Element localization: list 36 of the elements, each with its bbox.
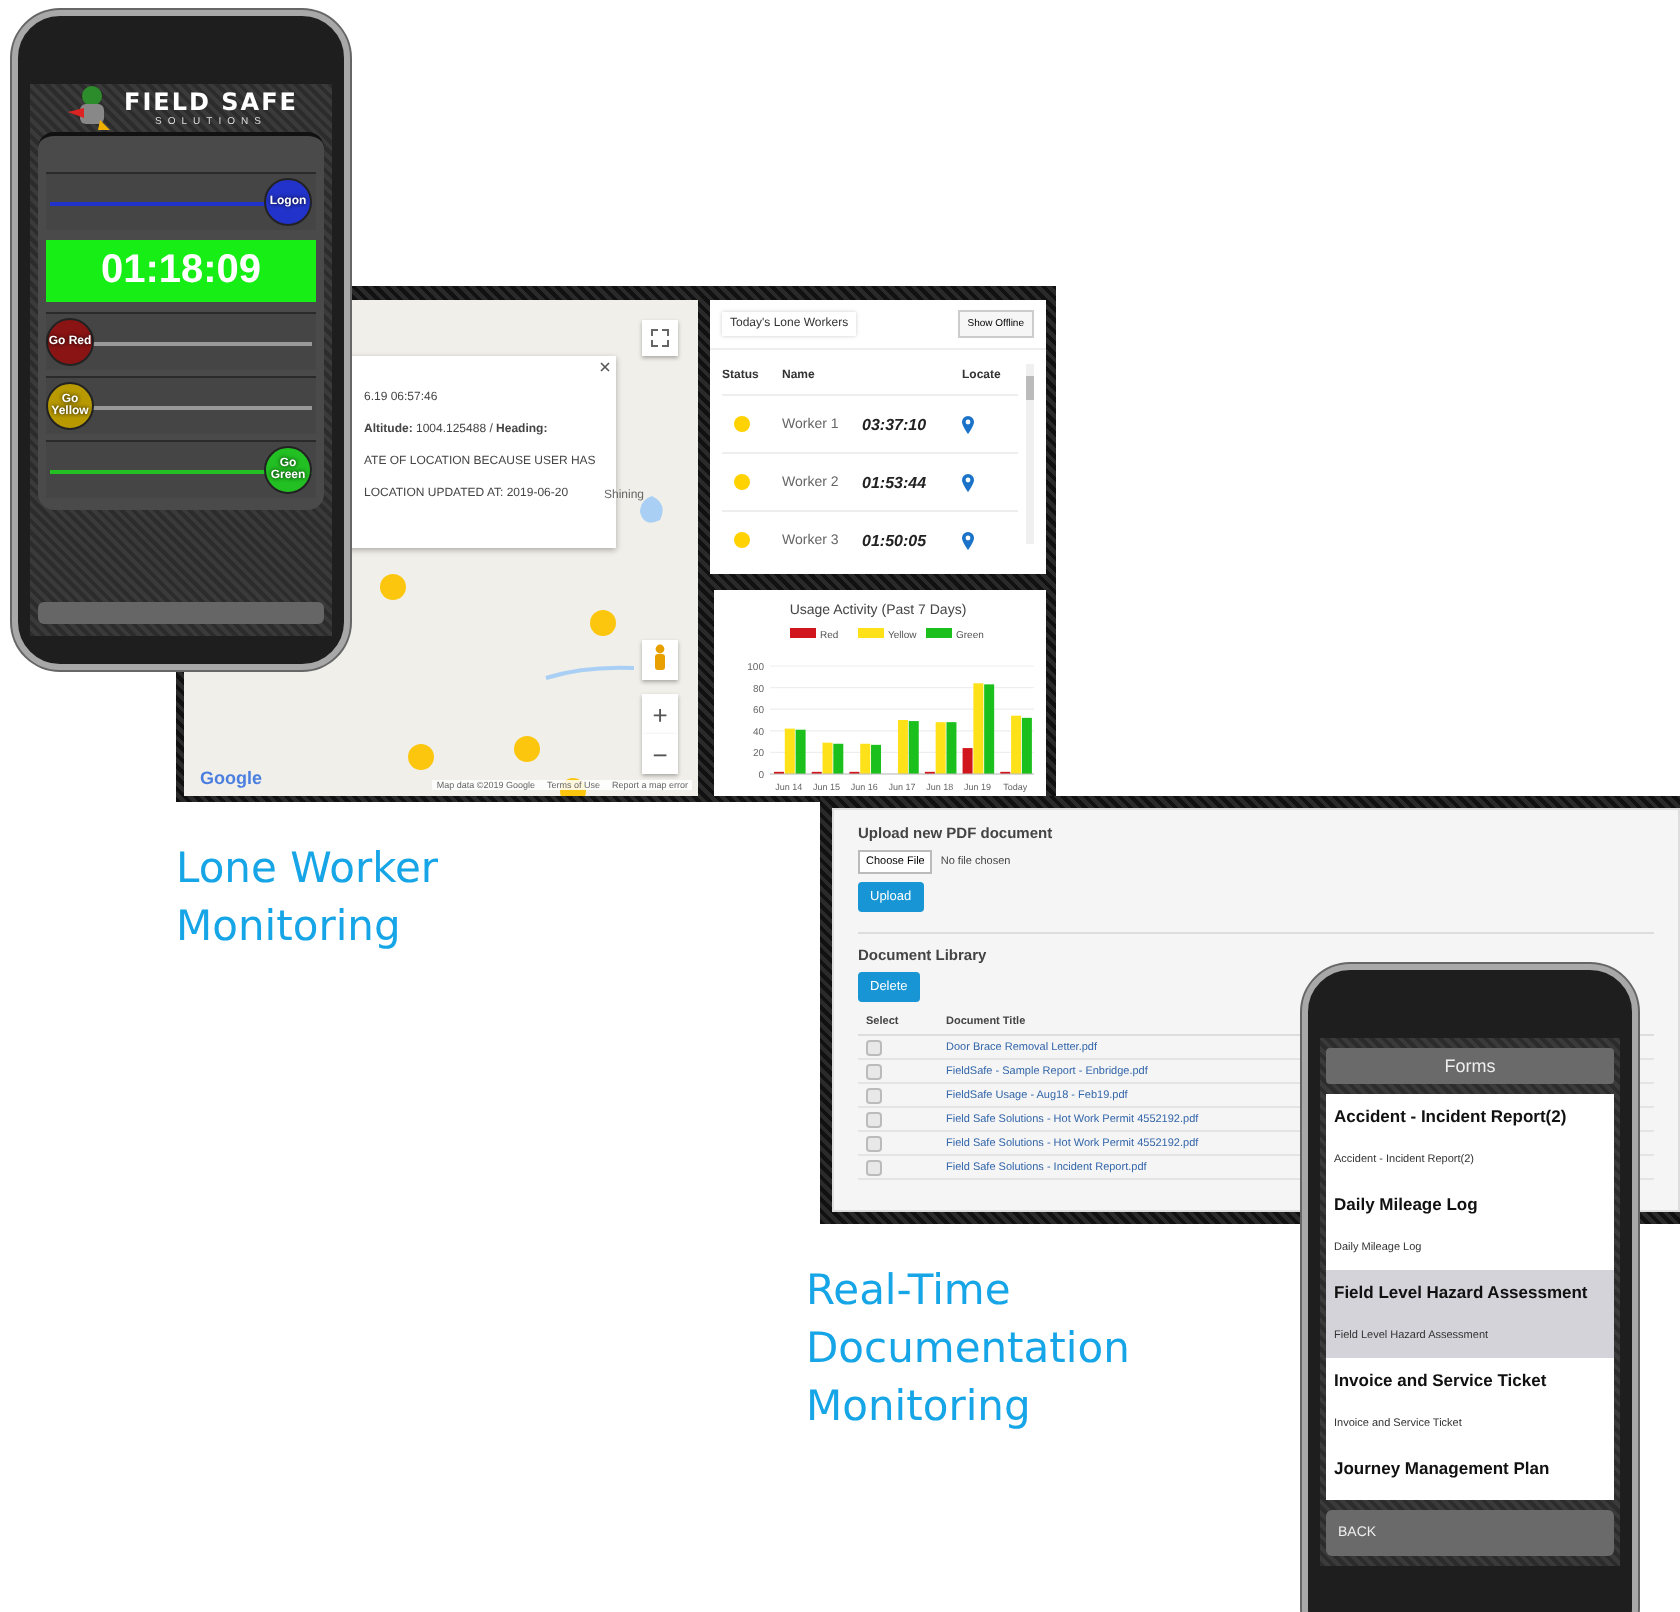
- form-title: Accident - Incident Report(2): [1334, 1106, 1569, 1126]
- lake-drawing: [640, 496, 664, 524]
- location-marker[interactable]: [514, 736, 540, 762]
- checkbox[interactable]: [866, 1111, 882, 1127]
- person-icon: [652, 643, 668, 671]
- zoom-out-button[interactable]: −: [642, 734, 678, 774]
- logo-title: FIELD SAFE: [124, 88, 298, 116]
- elapsed-time: 01:53:44: [862, 452, 962, 510]
- elapsed-time: 03:37:10: [862, 394, 962, 452]
- location-pin-icon[interactable]: [962, 473, 974, 491]
- screen-title: Forms: [1326, 1048, 1614, 1084]
- close-icon[interactable]: [599, 362, 610, 372]
- zoom-in-button[interactable]: +: [642, 694, 678, 734]
- location-pin-icon[interactable]: [962, 415, 974, 433]
- fullscreen-button[interactable]: [642, 320, 678, 356]
- location-marker[interactable]: [590, 610, 616, 636]
- checkbox[interactable]: [866, 1135, 882, 1151]
- form-title: Daily Mileage Log: [1334, 1194, 1480, 1214]
- location-marker[interactable]: [408, 744, 434, 770]
- river-drawing: [544, 664, 636, 680]
- form-title: Field Level Hazard Assessment: [1334, 1282, 1590, 1302]
- form-title: Invoice and Service Ticket: [1334, 1370, 1549, 1390]
- location-pin-icon[interactable]: [962, 531, 974, 549]
- checkbox[interactable]: [866, 1039, 882, 1055]
- location-marker[interactable]: [380, 574, 406, 600]
- elapsed-time: 01:50:05: [862, 510, 962, 568]
- caption: Lone Worker Monitoring: [176, 842, 441, 954]
- checkbox[interactable]: [866, 1063, 882, 1079]
- form-title: Journey Management Plan: [1334, 1458, 1552, 1478]
- pegman-button[interactable]: [642, 640, 678, 680]
- elapsed-timer: 01:18:09: [46, 240, 316, 302]
- map-logo: Google: [200, 768, 262, 788]
- fullscreen-icon: [650, 327, 670, 347]
- checkbox[interactable]: [866, 1087, 882, 1103]
- caption: Real-Time Documentation Monitoring: [806, 1264, 1132, 1434]
- checkbox[interactable]: [866, 1159, 882, 1175]
